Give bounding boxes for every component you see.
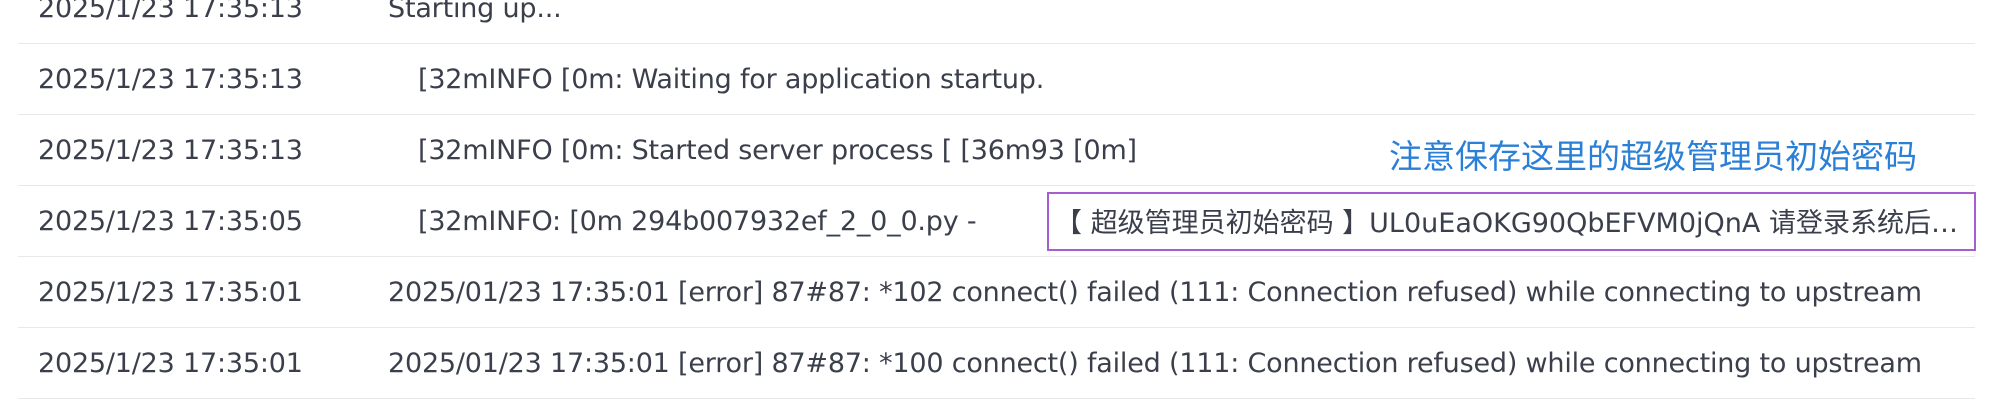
log-row: 2025/1/23 17:35:01 2025/01/23 17:35:01 [… bbox=[18, 257, 1975, 328]
log-row: 2025/1/23 17:35:13 Starting up... bbox=[18, 0, 1975, 44]
log-row: 2025/1/23 17:35:01 2025/01/23 17:35:01 [… bbox=[18, 328, 1975, 399]
log-timestamp: 2025/1/23 17:35:01 bbox=[38, 277, 303, 308]
log-message-prefix: [32mINFO: [0m 294b007932ef_2_0_0.py - bbox=[418, 206, 977, 237]
log-timestamp: 2025/1/23 17:35:05 bbox=[38, 206, 303, 237]
log-message: 2025/01/23 17:35:01 [error] 87#87: *102 … bbox=[388, 277, 1922, 308]
log-message: [32mINFO [0m: Waiting for application st… bbox=[418, 64, 1045, 95]
log-timestamp: 2025/1/23 17:35:13 bbox=[38, 135, 303, 166]
log-message: 2025/01/23 17:35:01 [error] 87#87: *100 … bbox=[388, 348, 1922, 379]
log-timestamp: 2025/1/23 17:35:01 bbox=[38, 348, 303, 379]
log-timestamp: 2025/1/23 17:35:13 bbox=[38, 0, 303, 24]
log-timestamp: 2025/1/23 17:35:13 bbox=[38, 64, 303, 95]
log-table: 2025/1/23 17:35:13 Starting up... 2025/1… bbox=[18, 0, 1976, 399]
log-row: 2025/1/23 17:35:05 [32mINFO: [0m 294b007… bbox=[18, 186, 1976, 257]
password-annotation: 注意保存这里的超级管理员初始密码 bbox=[1389, 137, 1917, 176]
log-message: Starting up... bbox=[388, 0, 562, 24]
password-highlight-box: 【 超级管理员初始密码 】UL0uEaOKG90QbEFVM0jQnA 请登录系… bbox=[1047, 192, 1976, 251]
log-row: 2025/1/23 17:35:13 [32mINFO [0m: Waiting… bbox=[18, 44, 1975, 115]
